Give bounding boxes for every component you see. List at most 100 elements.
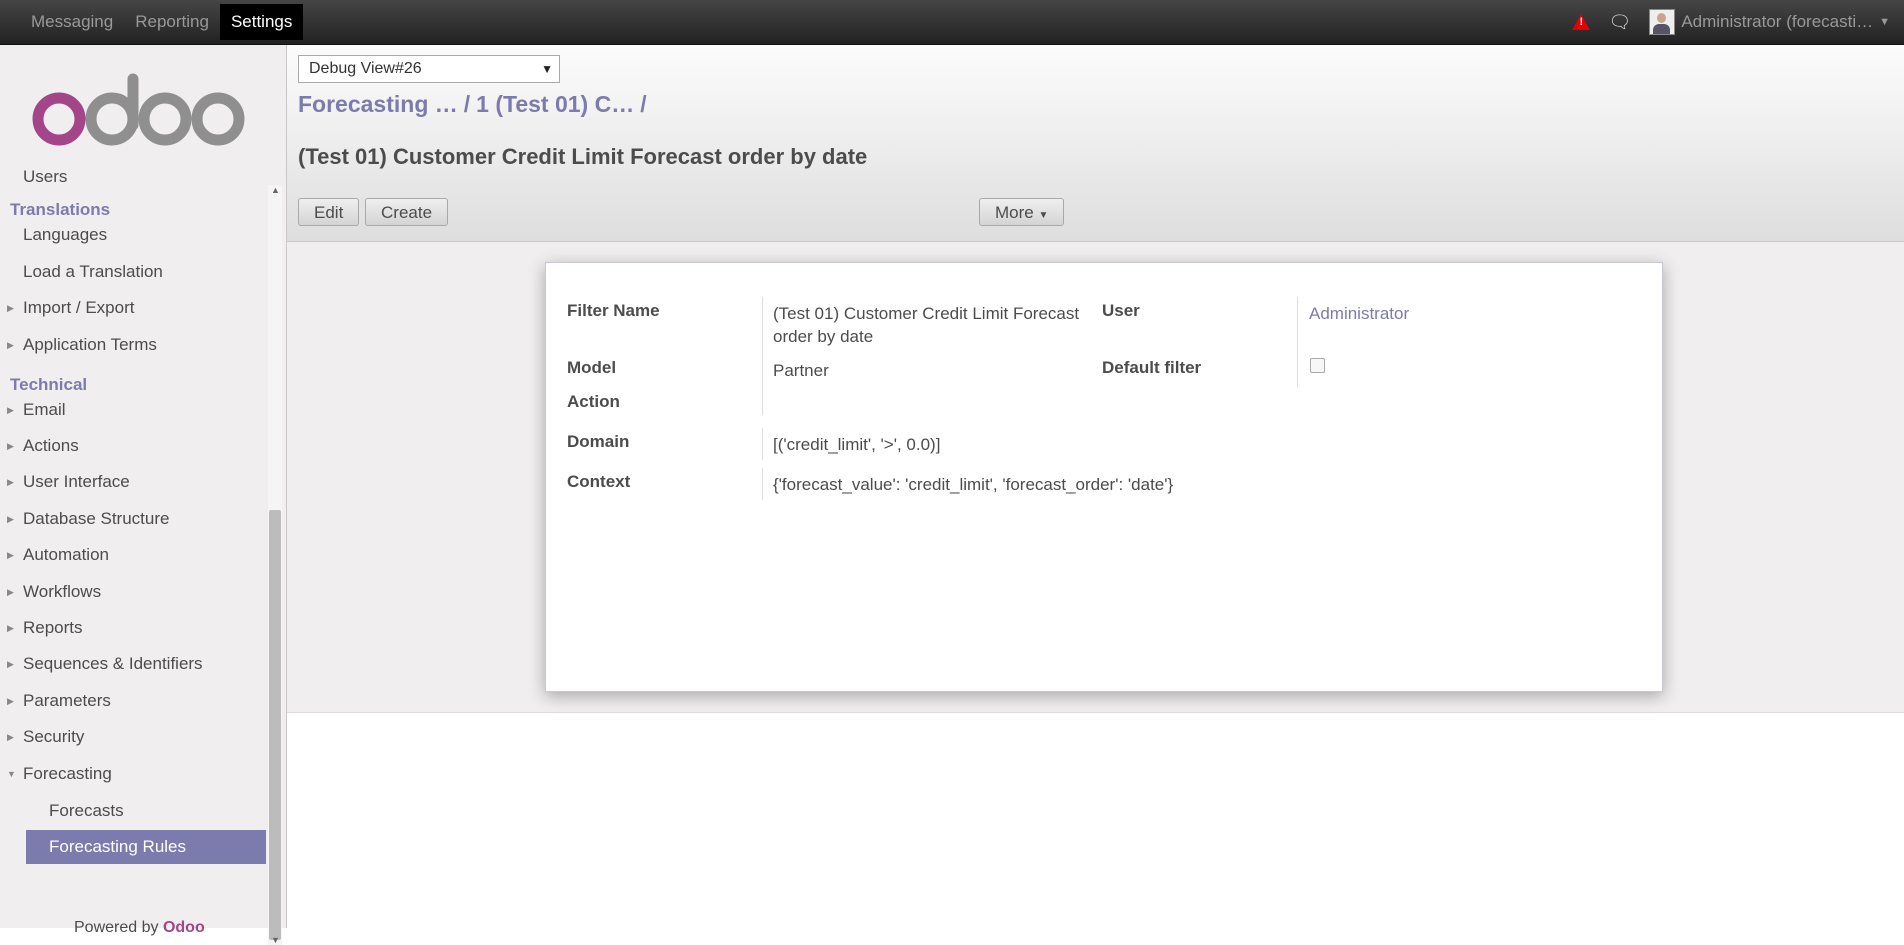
default-filter-label: Default filter <box>1102 358 1202 377</box>
breadcrumb-separator: / <box>640 91 647 117</box>
sidebar-item-forecasts[interactable]: Forecasts <box>0 794 267 828</box>
menu-settings[interactable]: Settings <box>219 4 304 40</box>
caret-down-icon: ▼ <box>1038 210 1049 221</box>
powered-by: Powered by Odoo <box>74 919 205 937</box>
page-title: (Test 01) Customer Credit Limit Forecast… <box>298 144 868 169</box>
control-panel: Debug View#26 ▼ Forecasting …/1 (Test 01… <box>287 45 1904 242</box>
top-right: 🗨 Administrator (forecasti… ▼ <box>1572 0 1890 44</box>
user-menu[interactable]: Administrator (forecasti… ▼ <box>1649 9 1890 35</box>
scroll-thumb[interactable] <box>269 510 281 940</box>
sidebar-item-label: Workflows <box>23 582 102 601</box>
sidebar-item-label: Security <box>23 727 85 746</box>
sidebar-item-label: User Interface <box>23 472 130 491</box>
sidebar-item-workflows[interactable]: ▶ Workflows <box>0 575 267 609</box>
expand-triangle-icon: ▶ <box>7 340 14 350</box>
breadcrumb-item-record[interactable]: 1 (Test 01) C… <box>476 91 634 117</box>
context-label: Context <box>567 472 631 491</box>
expand-triangle-icon: ▶ <box>7 550 14 560</box>
breadcrumb-separator: / <box>463 91 471 117</box>
expand-triangle-icon: ▶ <box>7 587 14 597</box>
caret-down-icon: ▼ <box>1879 16 1890 28</box>
sidebar-item-forecasting[interactable]: ▼ Forecasting <box>0 757 267 791</box>
expand-triangle-icon: ▶ <box>7 659 14 669</box>
warning-icon[interactable] <box>1572 14 1591 30</box>
user-label: User <box>1102 301 1140 320</box>
sidebar-header-translations: Translations <box>10 200 111 219</box>
sidebar-item-label: Forecasting <box>23 764 112 783</box>
divider <box>762 428 763 460</box>
model-label: Model <box>567 358 617 377</box>
debug-view-value: Debug View#26 <box>309 60 422 77</box>
sidebar-item-database-structure[interactable]: ▶ Database Structure <box>0 502 267 536</box>
sidebar-item-label: Database Structure <box>23 509 170 528</box>
model-value: Partner <box>773 361 829 380</box>
sidebar-item-user-interface[interactable]: ▶ User Interface <box>0 465 267 499</box>
create-button[interactable]: Create <box>365 198 449 226</box>
expand-triangle-icon: ▶ <box>7 441 14 451</box>
sidebar-item-label: Users <box>23 170 68 186</box>
form-sheet: Filter Name (Test 01) Customer Credit Li… <box>545 262 1663 692</box>
breadcrumb: Forecasting …/1 (Test 01) C… / <box>298 91 653 118</box>
edit-button[interactable]: Edit <box>298 198 360 226</box>
sidebar-item-parameters[interactable]: ▶ Parameters <box>0 684 267 718</box>
sidebar-item-label: Reports <box>23 618 83 637</box>
sidebar-item-label: Automation <box>23 545 109 564</box>
odoo-logo[interactable] <box>32 69 252 154</box>
sidebar-item-label: Sequences & Identifiers <box>23 654 203 673</box>
top-bar: Messaging Reporting Settings 🗨 Administr… <box>0 0 1904 45</box>
sidebar-item-label: Forecasting Rules <box>49 837 187 856</box>
expand-triangle-icon: ▶ <box>7 514 14 524</box>
top-menu: Messaging Reporting Settings <box>20 0 304 44</box>
divider <box>762 468 763 500</box>
expand-triangle-icon: ▶ <box>7 696 14 706</box>
odoo-logo-svg <box>32 73 245 146</box>
sidebar-item-import-export[interactable]: ▶ Import / Export <box>0 291 267 325</box>
sidebar-item-label: Languages <box>23 225 108 244</box>
sidebar: Users Translations Languages Load a Tran… <box>0 45 287 945</box>
chat-icon[interactable]: 🗨 <box>1608 12 1631 33</box>
sidebar-item-automation[interactable]: ▶ Automation <box>0 538 267 572</box>
filter-name-value: (Test 01) Customer Credit Limit Forecast… <box>773 304 1080 346</box>
more-button-label: More <box>995 203 1034 222</box>
breadcrumb-item-forecasting[interactable]: Forecasting … <box>298 91 458 117</box>
expand-triangle-icon: ▶ <box>7 477 14 487</box>
scroll-up-icon[interactable]: ▲ <box>271 185 280 195</box>
debug-view-select[interactable]: Debug View#26 ▼ <box>298 55 560 83</box>
collapse-triangle-icon: ▼ <box>7 769 16 779</box>
expand-triangle-icon: ▶ <box>7 732 14 742</box>
sidebar-item-application-terms[interactable]: ▶ Application Terms <box>0 328 267 362</box>
sidebar-scrollbar[interactable]: ▲ ▼ <box>268 185 282 945</box>
sidebar-item-label: Import / Export <box>23 298 135 317</box>
sidebar-item-label: Parameters <box>23 691 111 710</box>
sidebar-item-sequences[interactable]: ▶ Sequences & Identifiers <box>0 647 267 681</box>
sidebar-item-load-translation[interactable]: Load a Translation <box>0 255 267 289</box>
sidebar-item-languages[interactable]: Languages <box>0 218 267 252</box>
scroll-down-icon[interactable]: ▼ <box>271 935 280 945</box>
sidebar-header-technical: Technical <box>10 375 88 394</box>
user-link[interactable]: Administrator <box>1309 302 1409 325</box>
default-filter-checkbox[interactable] <box>1310 358 1325 373</box>
filter-name-label: Filter Name <box>567 301 660 320</box>
more-button[interactable]: More ▼ <box>979 198 1065 226</box>
menu-reporting[interactable]: Reporting <box>124 4 220 40</box>
sidebar-item-email[interactable]: ▶ Email <box>0 393 267 427</box>
divider <box>1297 297 1298 387</box>
sidebar-item-users[interactable]: Users <box>0 170 267 194</box>
dropdown-arrow-icon: ▼ <box>541 62 553 76</box>
context-value: {'forecast_value': 'credit_limit', 'fore… <box>773 475 1174 494</box>
sidebar-item-reports[interactable]: ▶ Reports <box>0 611 267 645</box>
avatar <box>1649 9 1676 35</box>
user-name: Administrator (forecasti… <box>1681 12 1874 31</box>
action-label: Action <box>567 392 620 411</box>
sidebar-item-security[interactable]: ▶ Security <box>0 720 267 754</box>
menu-messaging[interactable]: Messaging <box>20 4 124 40</box>
sidebar-item-actions[interactable]: ▶ Actions <box>0 429 267 463</box>
sidebar-item-label: Application Terms <box>23 335 157 354</box>
divider <box>762 297 763 415</box>
expand-triangle-icon: ▶ <box>7 405 14 415</box>
sidebar-item-forecasting-rules[interactable]: Forecasting Rules <box>26 830 266 864</box>
domain-value: [('credit_limit', '>', 0.0)] <box>773 435 941 454</box>
sidebar-menu: Users Translations Languages Load a Tran… <box>0 170 267 925</box>
sidebar-item-label: Load a Translation <box>23 262 163 281</box>
sidebar-item-label: Forecasts <box>49 801 124 820</box>
